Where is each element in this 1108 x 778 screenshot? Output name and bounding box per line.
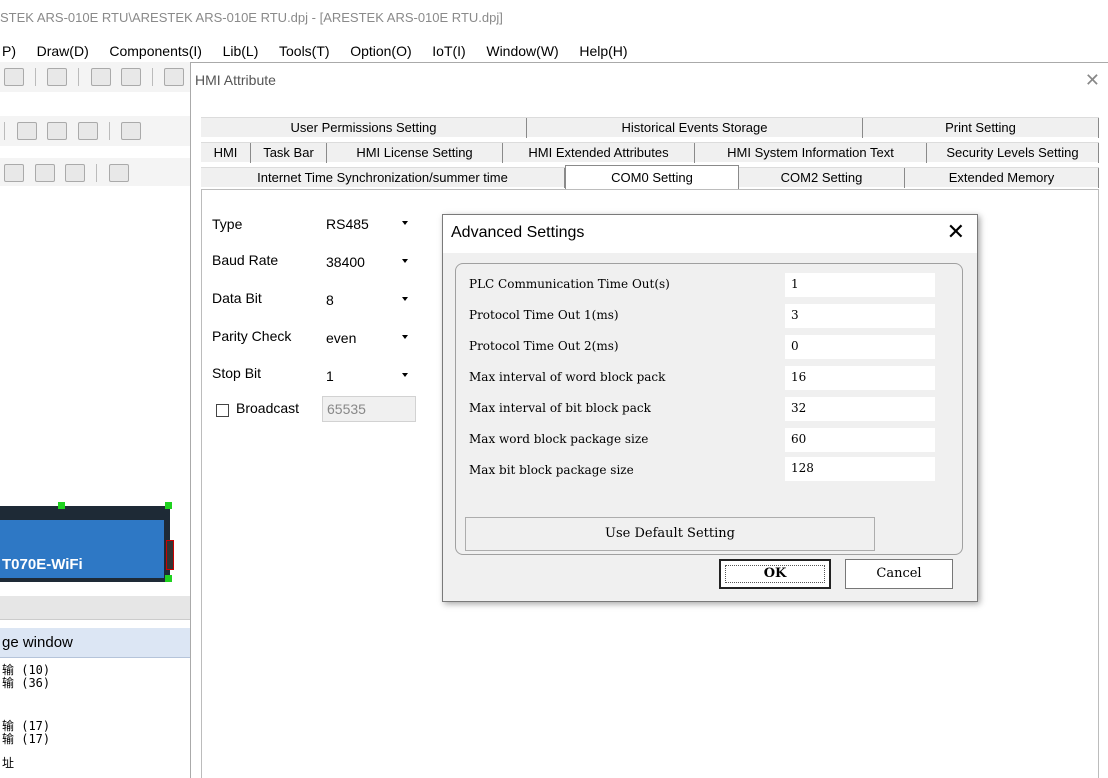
broadcast-address-input: 65535 <box>322 396 416 422</box>
word-block-interval-input[interactable]: 16 <box>785 366 935 390</box>
focus-rectangle <box>725 565 825 583</box>
baud-rate-label: Baud Rate <box>212 252 279 268</box>
toolbar-row-3 <box>0 158 200 188</box>
tab-row-3: Internet Time Synchronization/summer tim… <box>201 165 1099 189</box>
align-icon[interactable] <box>16 122 37 140</box>
stop-bit-label: Stop Bit <box>212 365 262 381</box>
page-window-header: ge window <box>0 628 200 658</box>
selection-handle[interactable] <box>58 502 65 509</box>
data-bit-label: Data Bit <box>212 290 262 306</box>
selection-handle[interactable] <box>165 575 172 582</box>
word-block-size-label: Max word block package size <box>469 432 649 446</box>
type-value: RS485 <box>326 216 369 232</box>
tab-task-bar[interactable]: Task Bar <box>251 143 327 163</box>
toolbar-separator <box>77 68 79 86</box>
toolbar-row-2 <box>0 116 200 146</box>
copy-page-icon[interactable] <box>34 164 55 182</box>
toolbar-row-1 <box>0 62 200 92</box>
protocol-timeout-1-input[interactable]: 3 <box>785 304 935 328</box>
baud-rate-select[interactable]: 38400 <box>322 250 416 272</box>
protocol-timeout-2-label: Protocol Time Out 2(ms) <box>469 339 619 353</box>
tab-com2-setting[interactable]: COM2 Setting <box>739 168 905 188</box>
word-block-size-input[interactable]: 60 <box>785 428 935 452</box>
chevron-down-icon <box>402 221 408 225</box>
parity-check-select[interactable]: even <box>322 326 416 348</box>
main-window-title: STEK ARS-010E RTU\ARESTEK ARS-010E RTU.d… <box>0 0 1108 36</box>
plc-timeout-label: PLC Communication Time Out(s) <box>469 277 670 291</box>
toolbar-separator <box>151 68 153 86</box>
close-icon[interactable]: ✕ <box>947 220 965 244</box>
tab-user-permissions[interactable]: User Permissions Setting <box>201 118 527 138</box>
word-block-interval-label: Max interval of word block pack <box>469 370 666 384</box>
compile-icon[interactable] <box>65 164 86 182</box>
stop-bit-value: 1 <box>326 368 334 384</box>
parity-check-label: Parity Check <box>212 328 292 344</box>
toolbar-separator <box>95 164 97 182</box>
page-list-item[interactable]: 址 <box>2 757 14 770</box>
close-icon[interactable]: ✕ <box>1085 71 1100 89</box>
advanced-dialog-titlebar: Advanced Settings ✕ <box>443 215 977 253</box>
tab-internet-time[interactable]: Internet Time Synchronization/summer tim… <box>201 168 565 188</box>
print-preview-icon[interactable] <box>90 68 111 86</box>
tab-security-levels[interactable]: Security Levels Setting <box>927 143 1099 163</box>
device-port <box>166 540 174 570</box>
stop-bit-select[interactable]: 1 <box>322 364 416 386</box>
print-icon[interactable] <box>121 68 142 86</box>
type-label: Type <box>212 216 243 232</box>
new-page-icon[interactable] <box>4 164 24 182</box>
tab-hmi-license[interactable]: HMI License Setting <box>327 143 503 163</box>
bit-block-size-input[interactable]: 128 <box>785 457 935 481</box>
chevron-down-icon <box>402 335 408 339</box>
device-model-label: T070E-WiFi <box>2 556 83 573</box>
tab-hmi-extended[interactable]: HMI Extended Attributes <box>503 143 695 163</box>
page-list-item[interactable]: 输 (36) <box>2 677 50 690</box>
protocol-timeout-2-input[interactable]: 0 <box>785 335 935 359</box>
align-center-icon[interactable] <box>47 122 68 140</box>
bit-block-interval-input[interactable]: 32 <box>785 397 935 421</box>
chevron-down-icon <box>402 373 408 377</box>
tab-extended-memory[interactable]: Extended Memory <box>905 168 1099 188</box>
cancel-button[interactable]: Cancel <box>845 559 953 589</box>
selection-handle[interactable] <box>165 502 172 509</box>
tab-row-1: User Permissions Setting Historical Even… <box>201 117 1099 138</box>
data-bit-value: 8 <box>326 292 334 308</box>
chevron-down-icon <box>402 259 408 263</box>
data-bit-select[interactable]: 8 <box>322 288 416 310</box>
menu-bar: P) Draw(D) Components(I) Lib(L) Tools(T)… <box>0 36 1108 62</box>
advanced-settings-dialog: Advanced Settings ✕ PLC Communication Ti… <box>442 214 978 602</box>
advanced-dialog-title: Advanced Settings <box>451 224 585 241</box>
bit-block-interval-label: Max interval of bit block pack <box>469 401 651 415</box>
baud-rate-value: 38400 <box>326 254 365 270</box>
horizontal-scrollbar[interactable] <box>0 596 200 620</box>
broadcast-checkbox[interactable] <box>216 404 229 417</box>
toolbar-separator <box>4 122 5 140</box>
download-icon[interactable] <box>108 164 129 182</box>
toolbar-separator <box>34 68 36 86</box>
broadcast-label: Broadcast <box>236 400 300 416</box>
protocol-timeout-1-label: Protocol Time Out 1(ms) <box>469 308 619 322</box>
layer-icon[interactable] <box>121 122 142 140</box>
tab-row-2: HMI Task Bar HMI License Setting HMI Ext… <box>201 142 1099 163</box>
toolbar-button[interactable] <box>164 68 185 86</box>
group-icon[interactable] <box>77 122 98 140</box>
find-icon[interactable] <box>47 68 68 86</box>
toolbar-separator <box>108 122 110 140</box>
chevron-down-icon <box>402 297 408 301</box>
tab-com0-setting[interactable]: COM0 Setting <box>565 165 739 189</box>
type-select[interactable]: RS485 <box>322 212 416 234</box>
dialog-title: HMI Attribute <box>191 63 1108 97</box>
tab-hmi[interactable]: HMI <box>201 143 251 163</box>
toolbar-button[interactable] <box>4 68 24 86</box>
use-default-setting-button[interactable]: Use Default Setting <box>465 517 875 551</box>
tab-hmi-system-info[interactable]: HMI System Information Text <box>695 143 927 163</box>
tab-historical-events[interactable]: Historical Events Storage <box>527 118 863 138</box>
plc-timeout-input[interactable]: 1 <box>785 273 935 297</box>
bit-block-size-label: Max bit block package size <box>469 463 634 477</box>
tab-print-setting[interactable]: Print Setting <box>863 118 1099 138</box>
ok-button[interactable]: OK <box>719 559 831 589</box>
page-list-item[interactable]: 输 (17) <box>2 733 50 746</box>
parity-check-value: even <box>326 330 357 346</box>
